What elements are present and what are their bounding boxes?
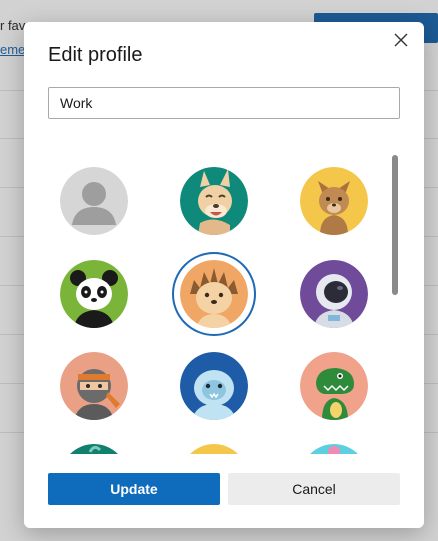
- avatar-yeti[interactable]: [180, 352, 248, 420]
- avatar-grid: [24, 152, 404, 454]
- avatar-partial-2[interactable]: [180, 444, 248, 454]
- avatar-hedgehog[interactable]: [180, 260, 248, 328]
- avatar-scrollbar[interactable]: [392, 155, 398, 295]
- avatar-dinosaur[interactable]: [300, 352, 368, 420]
- avatar-astronaut[interactable]: [300, 260, 368, 328]
- avatar-panda[interactable]: [60, 260, 128, 328]
- background-text: r fav: [0, 18, 26, 33]
- dialog-title: Edit profile: [48, 44, 143, 66]
- edit-profile-dialog: Edit profile Work Update Cancel: [24, 22, 424, 528]
- background-link: eme: [0, 42, 26, 57]
- profile-name-input[interactable]: [48, 87, 400, 119]
- avatar-ninja[interactable]: [60, 352, 128, 420]
- avatar-partial-1[interactable]: [60, 444, 128, 454]
- avatar-dog-laughing[interactable]: [180, 167, 248, 235]
- close-button[interactable]: [390, 29, 412, 51]
- avatar-cat[interactable]: [300, 167, 368, 235]
- close-icon: [394, 33, 408, 47]
- avatar-partial-3[interactable]: [300, 444, 368, 454]
- avatar-default-person[interactable]: [60, 167, 128, 235]
- update-button[interactable]: Update: [48, 473, 220, 505]
- cancel-button[interactable]: Cancel: [228, 473, 400, 505]
